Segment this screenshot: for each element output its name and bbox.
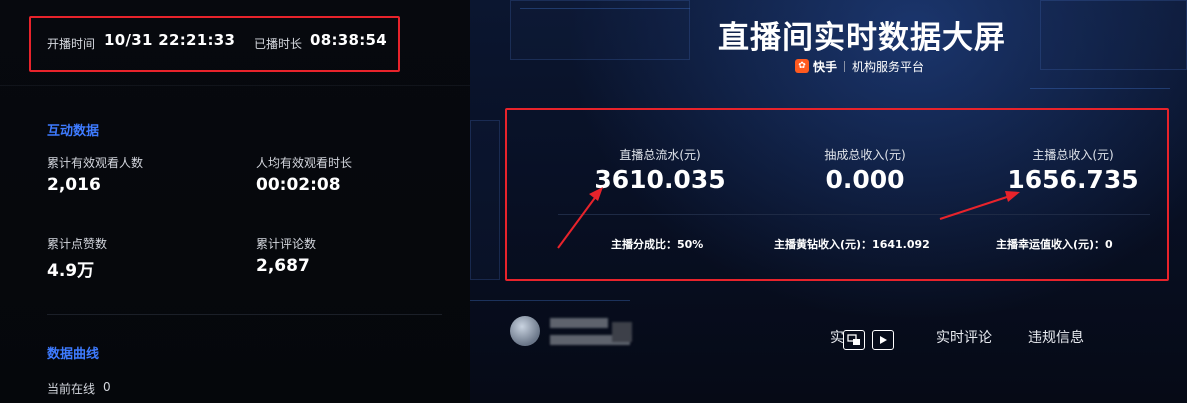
- total-likes-label: 累计点赞数: [47, 237, 108, 251]
- streamer-avatar[interactable]: [510, 316, 540, 346]
- total-comments-label: 累计评论数: [256, 237, 317, 251]
- total-viewers-label: 累计有效观看人数: [47, 156, 144, 170]
- brand: ✿ 快手 机构服务平台: [795, 58, 924, 74]
- start-time-label: 开播时间: [47, 37, 96, 51]
- anchor-income-label: 主播总收入(元): [1032, 148, 1114, 162]
- section-divider: [47, 314, 442, 315]
- duration-value: 08:38:54: [310, 31, 388, 49]
- anchor-income-value: 1656.735: [1007, 165, 1139, 194]
- total-gross-label: 直播总流水(元): [619, 148, 701, 162]
- brand-logo-text: 快手: [813, 59, 838, 74]
- revenue-divider: [558, 214, 1150, 215]
- page-title: 直播间实时数据大屏: [718, 20, 1006, 56]
- avg-watch-time-label: 人均有效观看时长: [256, 156, 353, 170]
- play-icon[interactable]: [872, 330, 894, 350]
- tab-realtime-comments[interactable]: 实时评论: [936, 327, 992, 347]
- tech-decoration: [1040, 0, 1187, 70]
- brand-separator: [844, 60, 846, 72]
- online-now-value: 0: [103, 380, 111, 394]
- tab-realtime[interactable]: 实: [830, 327, 844, 347]
- total-comments-value: 2,687: [256, 256, 310, 276]
- header-divider: [0, 85, 470, 86]
- anchor-lucky-income: 主播幸运值收入(元)：0: [996, 238, 1113, 251]
- tab-violations[interactable]: 违规信息: [1028, 327, 1084, 347]
- total-likes-value: 4.9万: [47, 261, 95, 281]
- tech-decoration: [470, 300, 630, 301]
- total-viewers-value: 2,016: [47, 175, 101, 195]
- start-time-value: 10/31 22:21:33: [104, 31, 236, 49]
- tech-decoration: [510, 0, 690, 60]
- tech-decoration: [520, 8, 690, 9]
- commission-income-value: 0.000: [825, 165, 905, 194]
- curve-section-title: 数据曲线: [47, 347, 100, 362]
- avg-watch-time-value: 00:02:08: [256, 175, 341, 195]
- total-gross-value: 3610.035: [594, 165, 726, 194]
- streamer-name-blurred: [550, 318, 608, 328]
- pip-icon[interactable]: [843, 330, 865, 350]
- tech-decoration: [1030, 88, 1170, 89]
- commission-income-label: 抽成总收入(元): [824, 148, 906, 162]
- online-now-label: 当前在线: [47, 382, 96, 396]
- anchor-yellow-diamond-income: 主播黄钻收入(元)：1641.092: [774, 238, 930, 251]
- brand-platform: 机构服务平台: [852, 59, 925, 74]
- interaction-section-title: 互动数据: [47, 124, 100, 139]
- tech-decoration: [470, 120, 500, 280]
- kuaishou-logo-icon: ✿: [795, 59, 809, 73]
- anchor-share-ratio: 主播分成比：50%: [611, 238, 704, 251]
- streamer-info-blurred: [612, 322, 632, 342]
- highlight-box-revenue: [505, 108, 1169, 281]
- duration-label: 已播时长: [254, 37, 303, 51]
